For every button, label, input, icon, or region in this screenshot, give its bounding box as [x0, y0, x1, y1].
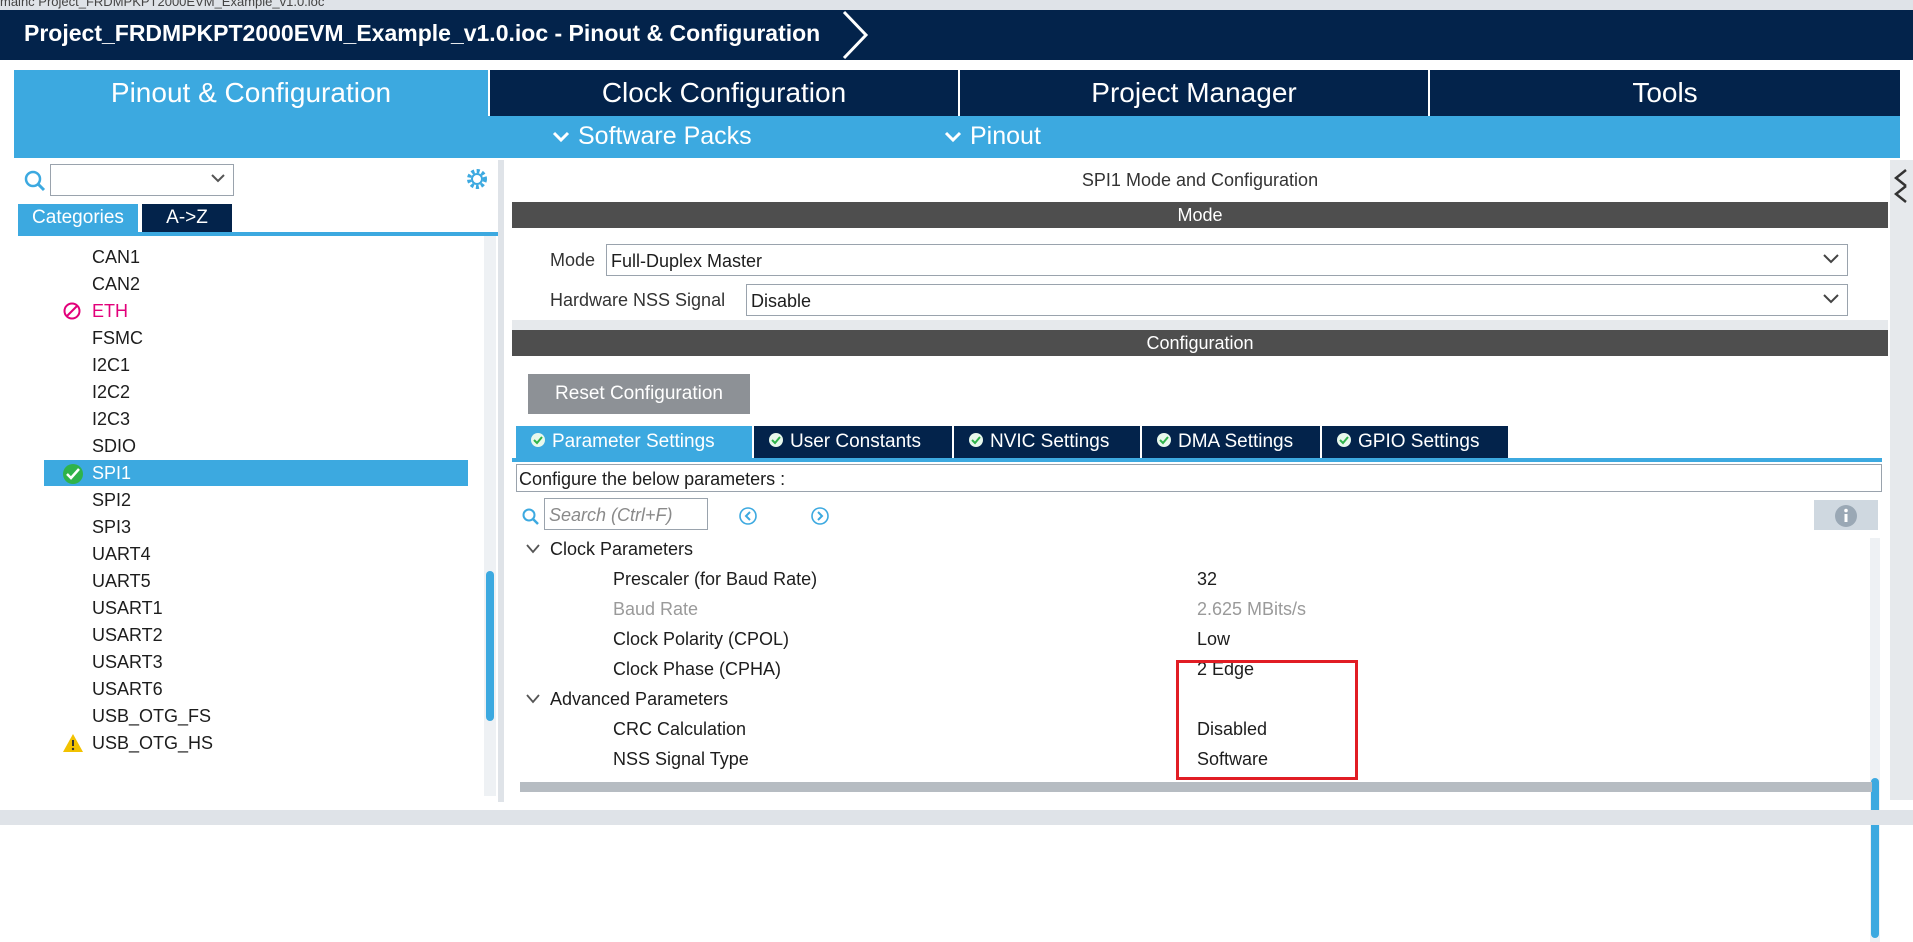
check-circle-icon	[1337, 433, 1351, 448]
reset-configuration-button[interactable]: Reset Configuration	[528, 374, 750, 414]
side-collapse-strip[interactable]	[1890, 160, 1913, 800]
list-item-usart3[interactable]: USART3	[44, 649, 468, 675]
parameter-scrollbar[interactable]	[1870, 538, 1880, 942]
title-bar: Project_FRDMPKPT2000EVM_Example_v1.0.ioc…	[0, 10, 1913, 60]
software-packs-label: Software Packs	[578, 122, 752, 150]
tab-tools[interactable]: Tools	[1430, 70, 1900, 116]
chevron-down-icon	[1823, 294, 1839, 304]
tab-clock-configuration[interactable]: Clock Configuration	[490, 70, 958, 116]
info-icon	[1835, 505, 1857, 527]
tab-dma-settings[interactable]: DMA Settings	[1142, 426, 1320, 458]
configure-instructions: Configure the below parameters :	[516, 464, 1882, 492]
mode-label: Mode	[550, 250, 596, 270]
param-row-baud-rate: Baud Rate 2.625 MBits/s	[613, 599, 1307, 619]
nss-select[interactable]: Disable	[746, 284, 1848, 316]
pinout-menu[interactable]: Pinout	[944, 122, 1041, 151]
tab-nvic-settings[interactable]: NVIC Settings	[954, 426, 1140, 458]
tab-underline	[512, 458, 1882, 462]
configuration-header: Configuration	[512, 330, 1888, 356]
parameter-search-input[interactable]: Search (Ctrl+F)	[544, 498, 708, 530]
previous-icon[interactable]	[738, 506, 758, 526]
list-item-eth[interactable]: ETH	[44, 298, 468, 324]
tab-parameter-settings[interactable]: Parameter Settings	[516, 426, 752, 458]
check-circle-icon	[769, 433, 783, 448]
search-icon	[24, 170, 46, 192]
check-circle-icon	[969, 433, 983, 448]
main-tabs: Pinout & Configuration Clock Configurati…	[14, 70, 1900, 116]
chevron-down-icon	[526, 544, 540, 554]
breadcrumb-chevron-icon	[842, 10, 869, 60]
list-item-i2c2[interactable]: I2C2	[44, 379, 468, 405]
list-item-usb-otg-hs[interactable]: USB_OTG_HS	[44, 730, 468, 756]
list-item-uart5[interactable]: UART5	[44, 568, 468, 594]
scrollbar-thumb[interactable]	[1871, 778, 1879, 938]
list-item-spi1[interactable]: SPI1	[44, 460, 468, 486]
sub-menu-bar: Software Packs Pinout	[14, 116, 1900, 158]
warning-icon	[63, 734, 83, 752]
list-item-sdio[interactable]: SDIO	[44, 433, 468, 459]
tab-a-to-z[interactable]: A->Z	[142, 204, 232, 232]
configuration-panel: SPI1 Mode and Configuration Mode Mode Fu…	[512, 160, 1888, 942]
check-circle-icon	[63, 464, 83, 484]
scrollbar-thumb[interactable]	[486, 571, 494, 721]
highlight-box	[1176, 660, 1358, 780]
tab-underline	[18, 232, 498, 236]
category-scrollbar[interactable]	[484, 236, 496, 796]
nss-label: Hardware NSS Signal	[550, 290, 726, 310]
search-icon	[522, 508, 539, 525]
categories-panel: Categories A->Z CAN1 CAN2 ETH FSMC I2C1 …	[14, 160, 504, 802]
section-divider	[512, 320, 1888, 330]
software-packs-menu[interactable]: Software Packs	[552, 122, 752, 151]
window-tabs-text: mainc Project_FRDMPKPT2000EVM_Example_v1…	[0, 0, 325, 9]
list-item-spi3[interactable]: SPI3	[44, 514, 468, 540]
list-item-can2[interactable]: CAN2	[44, 271, 468, 297]
chevron-down-icon	[552, 132, 570, 143]
check-circle-icon	[1157, 433, 1171, 448]
list-item-usb-otg-fs[interactable]: USB_OTG_FS	[44, 703, 468, 729]
param-row-clock-polarity[interactable]: Clock Polarity (CPOL) Low	[512, 624, 1868, 654]
tab-user-constants[interactable]: User Constants	[754, 426, 952, 458]
gear-icon[interactable]	[464, 166, 490, 192]
mode-header: Mode	[512, 202, 1888, 228]
chevron-down-icon	[211, 174, 225, 183]
horizontal-scrollbar[interactable]	[520, 782, 1872, 792]
pinout-label: Pinout	[970, 122, 1041, 150]
list-item-uart4[interactable]: UART4	[44, 541, 468, 567]
info-button[interactable]	[1814, 500, 1878, 530]
page-title: Project_FRDMPKPT2000EVM_Example_v1.0.ioc…	[24, 20, 821, 46]
list-item-usart6[interactable]: USART6	[44, 676, 468, 702]
chevron-down-icon	[944, 132, 962, 143]
tab-pinout-configuration[interactable]: Pinout & Configuration	[14, 70, 488, 116]
panel-title: SPI1 Mode and Configuration	[1081, 170, 1319, 190]
tab-project-manager[interactable]: Project Manager	[960, 70, 1428, 116]
list-item-fsmc[interactable]: FSMC	[44, 325, 468, 351]
mode-select[interactable]: Full-Duplex Master	[606, 244, 1848, 276]
param-row-prescaler[interactable]: Prescaler (for Baud Rate) 32	[512, 564, 1868, 594]
tab-gpio-settings[interactable]: GPIO Settings	[1322, 426, 1508, 458]
list-item-i2c3[interactable]: I2C3	[44, 406, 468, 432]
mode-value: Full-Duplex Master	[611, 251, 763, 271]
list-item-can1[interactable]: CAN1	[44, 244, 468, 270]
list-item-i2c1[interactable]: I2C1	[44, 352, 468, 378]
nss-value: Disable	[751, 291, 812, 311]
list-item-usart2[interactable]: USART2	[44, 622, 468, 648]
chevron-down-icon	[526, 694, 540, 704]
category-search-combo[interactable]	[50, 164, 234, 196]
tab-categories[interactable]: Categories	[18, 204, 138, 232]
chevron-left-icon	[1894, 169, 1907, 203]
check-circle-icon	[531, 433, 545, 448]
list-item-spi2[interactable]: SPI2	[44, 487, 468, 513]
window-tab-strip: mainc Project_FRDMPKPT2000EVM_Example_v1…	[0, 0, 1913, 10]
unavailable-icon	[63, 302, 81, 320]
group-clock-parameters[interactable]: Clock Parameters	[512, 534, 1868, 564]
status-strip	[0, 810, 1913, 825]
next-icon[interactable]	[810, 506, 830, 526]
chevron-down-icon	[1823, 254, 1839, 264]
list-item-usart1[interactable]: USART1	[44, 595, 468, 621]
